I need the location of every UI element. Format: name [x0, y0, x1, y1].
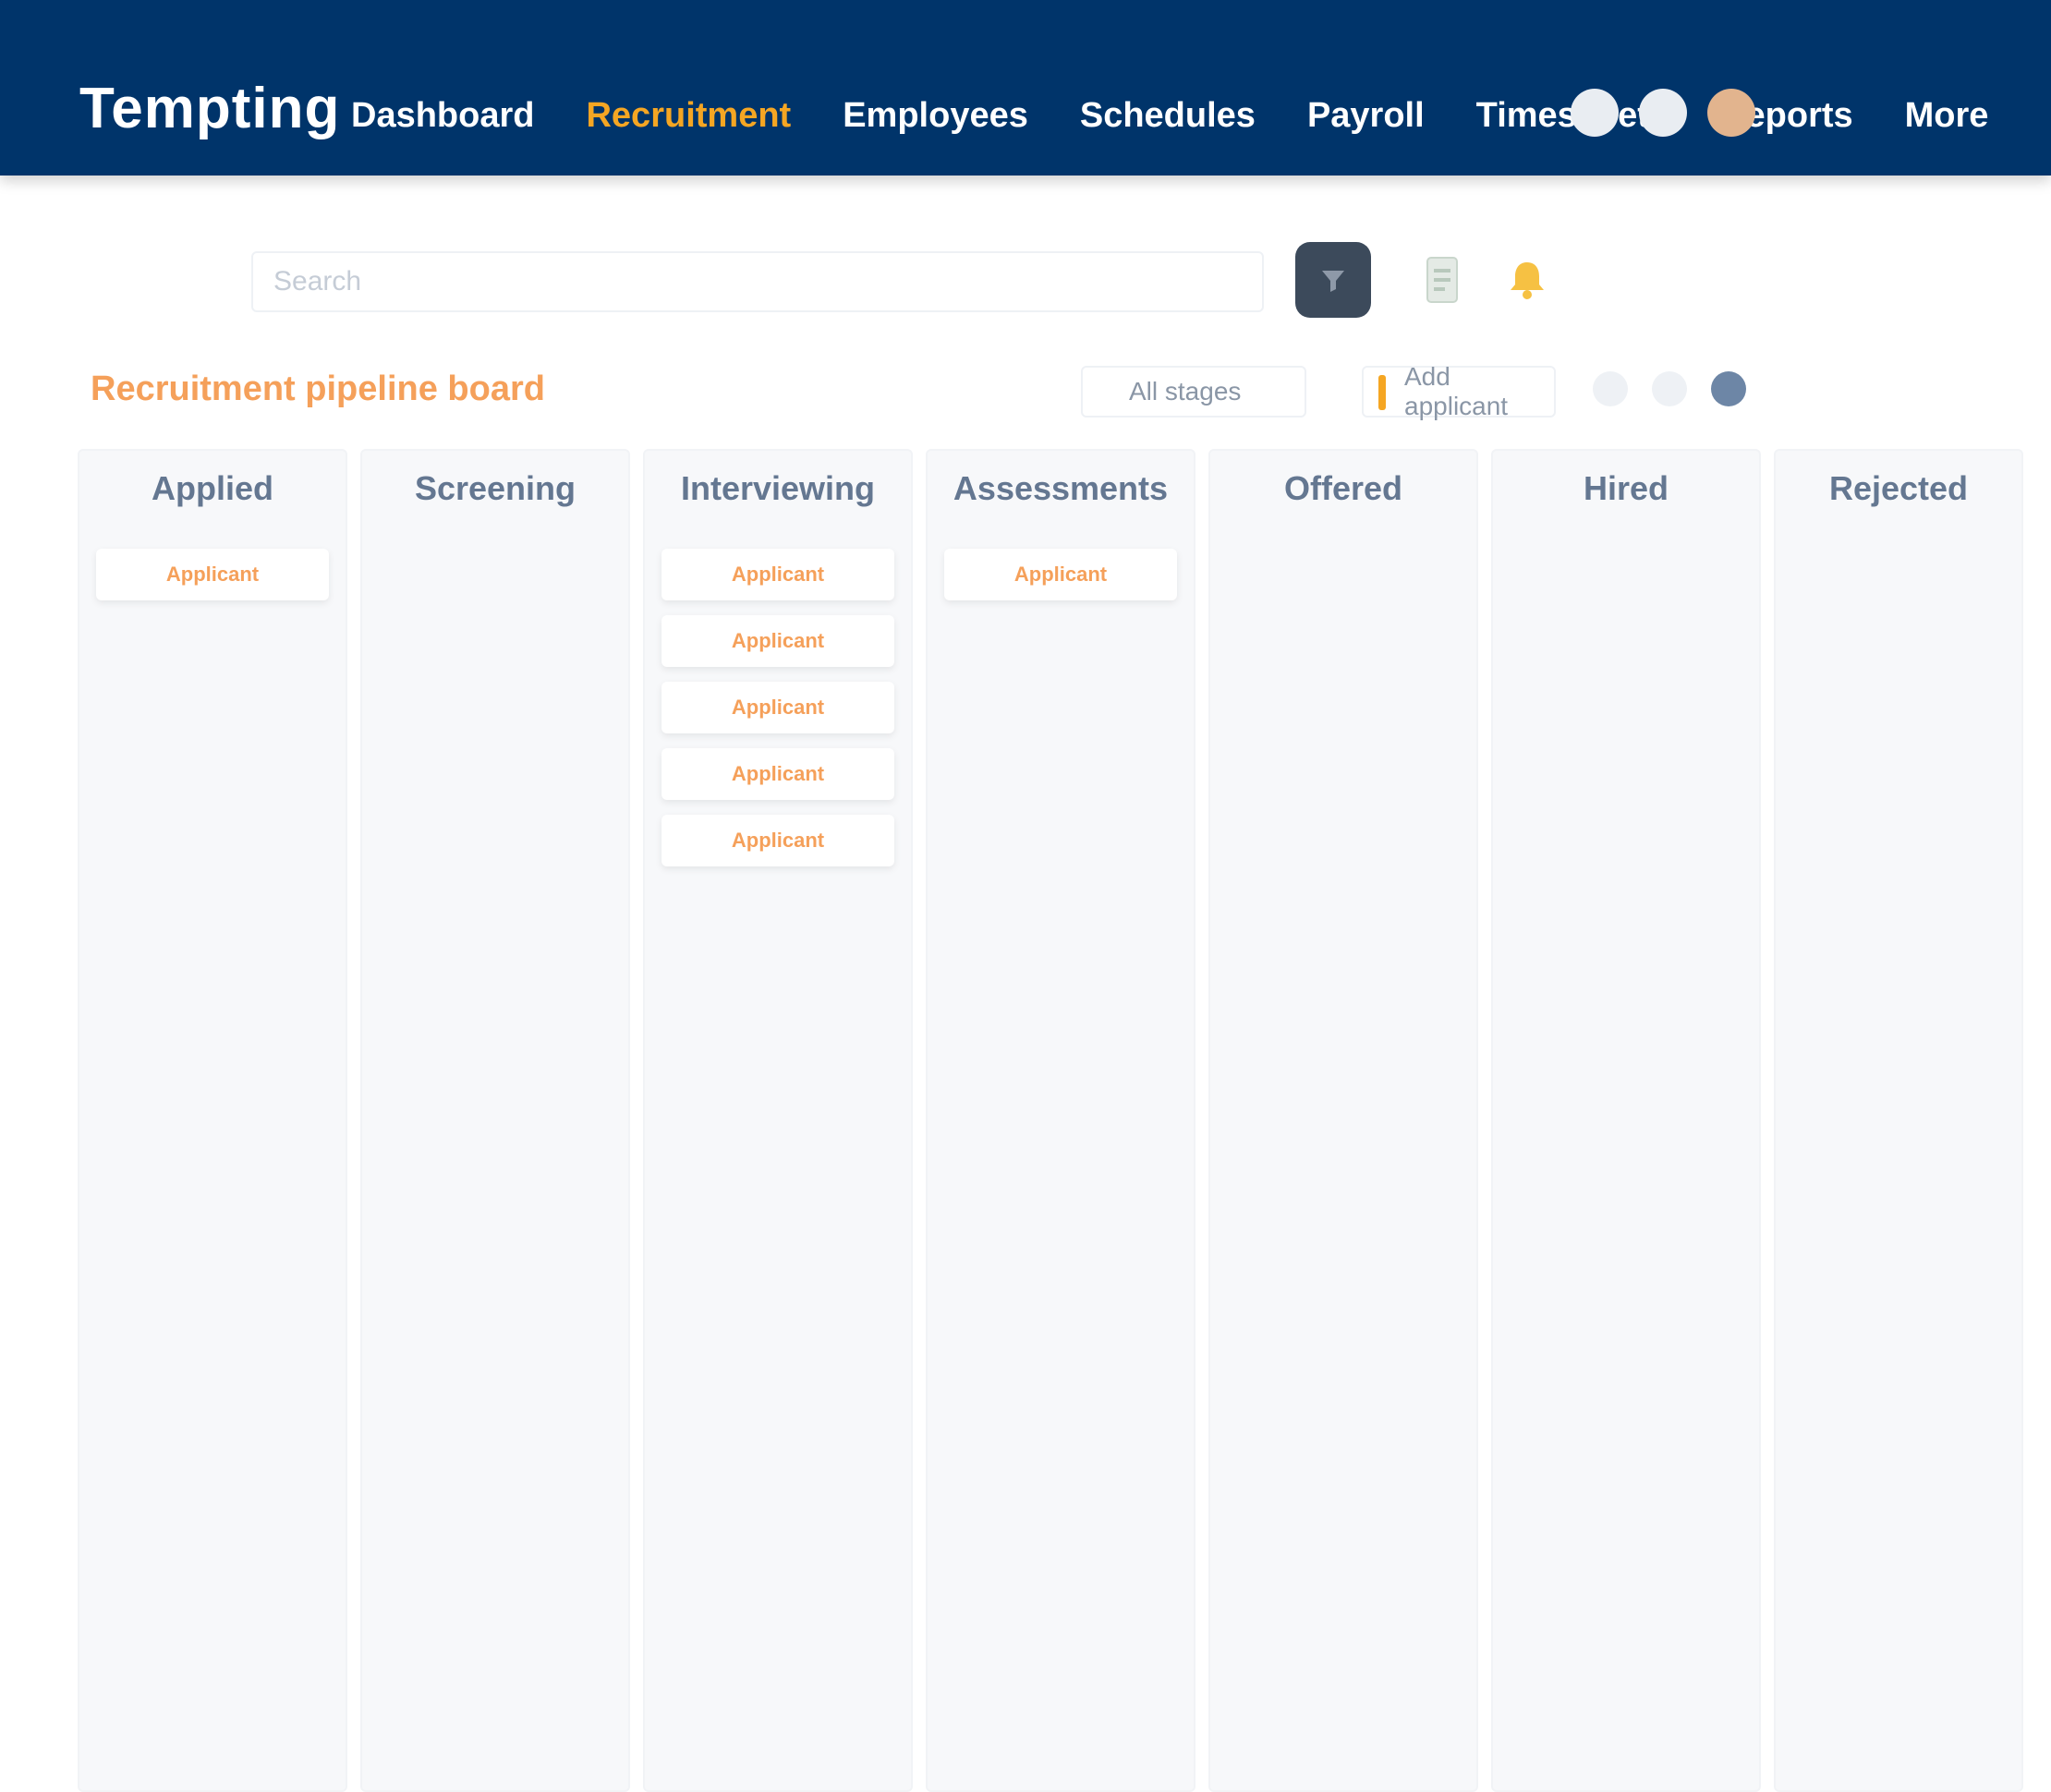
filter-button[interactable] — [1295, 242, 1371, 318]
add-applicant-button[interactable]: Add applicant — [1362, 362, 1556, 420]
applicant-card[interactable]: Applicant — [661, 682, 894, 733]
kanban-column-offered: Offered — [1208, 449, 1478, 1792]
document-icon — [1426, 257, 1458, 303]
nav-item-recruitment[interactable]: Recruitment — [586, 96, 791, 136]
add-applicant-label: Add applicant — [1404, 362, 1509, 420]
kanban-column-screening: Screening — [360, 449, 630, 1792]
nav-item-more[interactable]: More — [1905, 96, 1989, 136]
main-nav: Dashboard Recruitment Employees Schedule… — [351, 92, 2040, 139]
column-header: Interviewing — [680, 469, 876, 507]
search-input[interactable] — [251, 251, 1264, 312]
list-view-toggle[interactable] — [1593, 371, 1628, 406]
kanban-column-assessments: Assessments Applicant — [926, 449, 1195, 1792]
nav-item-schedules[interactable]: Schedules — [1080, 96, 1256, 136]
nav-item-payroll[interactable]: Payroll — [1307, 96, 1425, 136]
column-header: Applied — [152, 469, 273, 507]
column-header: Screening — [414, 469, 576, 507]
applicant-card[interactable]: Applicant — [944, 549, 1177, 600]
top-navigation-bar: Tempting Dashboard Recruitment Employees… — [0, 0, 2051, 176]
stage-filter-label: All stages — [1129, 377, 1242, 406]
kanban-column-interviewing: Interviewing Applicant Applicant Applica… — [643, 449, 913, 1792]
add-accent-bar — [1378, 375, 1386, 410]
nav-item-dashboard[interactable]: Dashboard — [351, 96, 534, 136]
kanban-column-rejected: Rejected — [1774, 449, 2023, 1792]
kanban-column-applied: Applied Applicant — [78, 449, 347, 1792]
kanban-column-hired: Hired — [1491, 449, 1761, 1792]
column-header: Hired — [1583, 469, 1669, 507]
applicant-card[interactable]: Applicant — [661, 748, 894, 800]
nav-actions — [1571, 89, 1776, 137]
view-toggle-group — [1593, 371, 1770, 406]
applicant-card[interactable]: Applicant — [661, 615, 894, 667]
applicant-card[interactable]: Applicant — [661, 549, 894, 600]
notifications-button[interactable] — [1489, 242, 1565, 318]
grid-view-toggle[interactable] — [1652, 371, 1687, 406]
user-avatar[interactable] — [1707, 89, 1755, 137]
column-header: Assessments — [953, 469, 1169, 507]
document-button[interactable] — [1404, 242, 1480, 318]
app-logo[interactable]: Tempting — [79, 76, 340, 141]
nav-item-employees[interactable]: Employees — [843, 96, 1028, 136]
filter-icon — [1322, 271, 1344, 292]
column-header: Offered — [1283, 469, 1403, 507]
bell-icon — [1511, 262, 1544, 299]
stage-filter-select[interactable]: All stages — [1081, 366, 1306, 418]
kanban-board: Applied Applicant Screening Interviewing… — [78, 449, 2051, 1792]
board-title: Recruitment pipeline board — [91, 369, 545, 408]
applicant-card[interactable]: Applicant — [96, 549, 329, 600]
column-header: Rejected — [1828, 469, 1969, 507]
settings-icon[interactable] — [1639, 89, 1687, 137]
applicant-card[interactable]: Applicant — [661, 815, 894, 866]
board-view-toggle[interactable] — [1711, 371, 1746, 406]
help-icon[interactable] — [1571, 89, 1619, 137]
